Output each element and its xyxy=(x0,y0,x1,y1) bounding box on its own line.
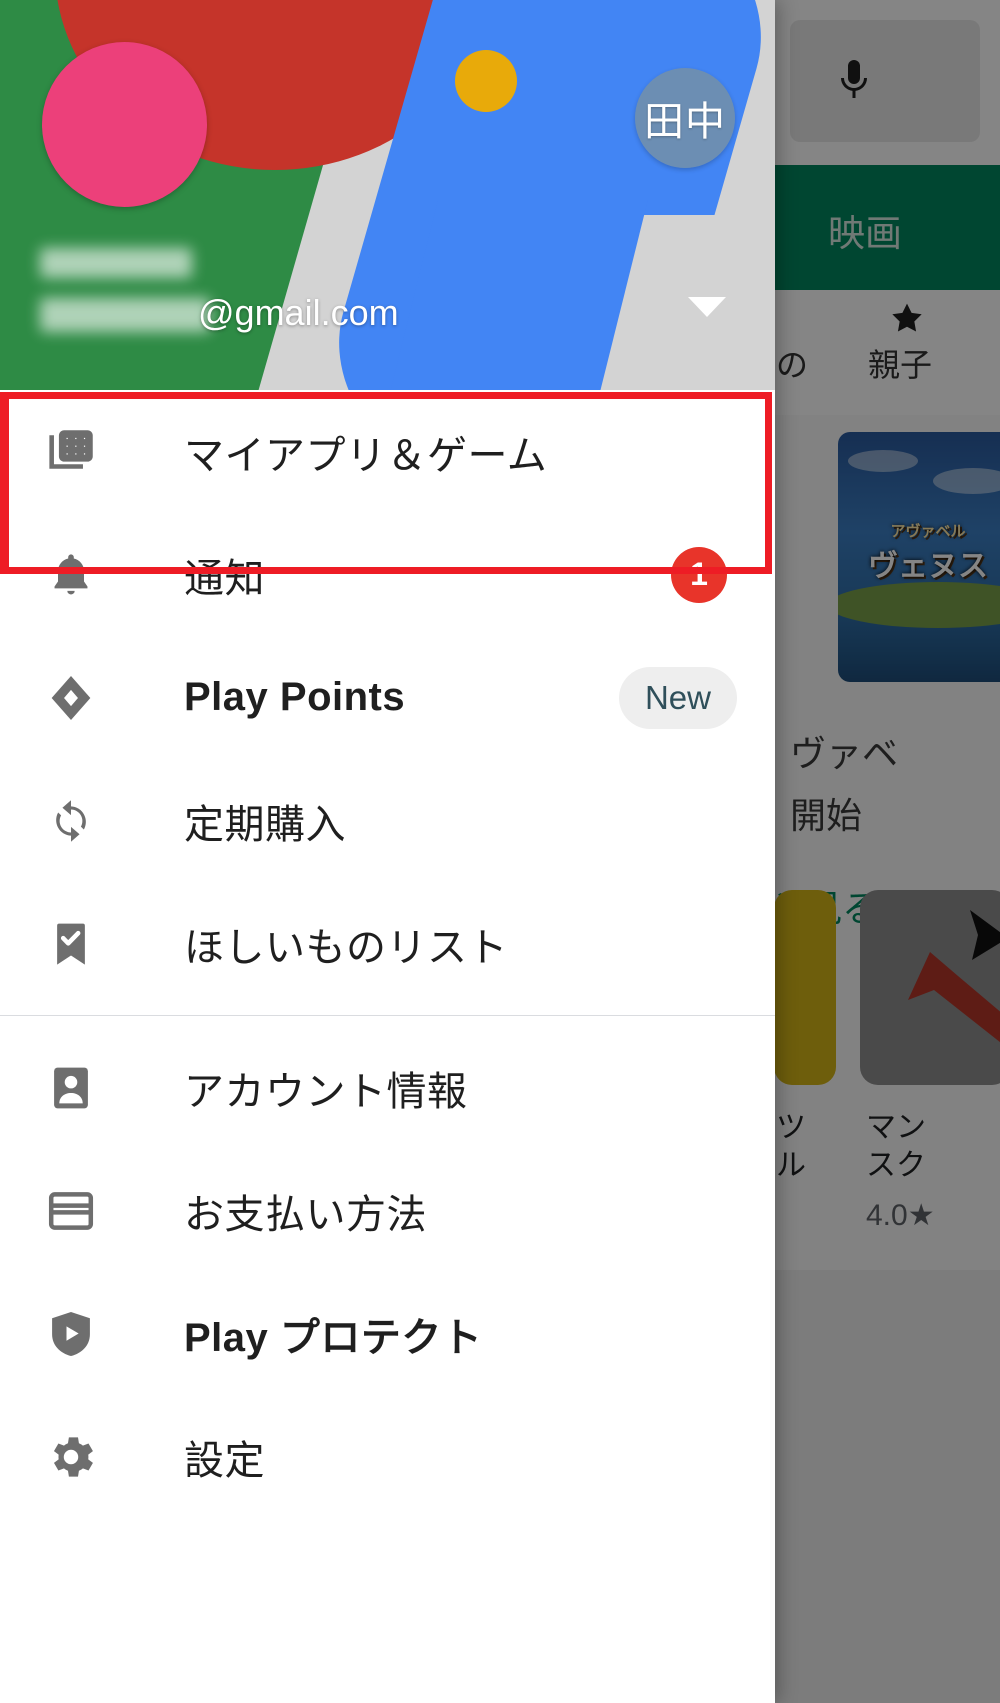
nav-label: お支払い方法 xyxy=(184,1192,427,1237)
nav-label: ほしいものリスト xyxy=(184,925,508,970)
avatar-primary[interactable] xyxy=(42,42,207,207)
nav-label: 定期購入 xyxy=(184,802,346,847)
nav-item-notifications[interactable]: 通知 1 xyxy=(0,513,775,636)
play-points-diamond-icon xyxy=(42,669,100,727)
nav-label: 通知 xyxy=(184,556,265,601)
drawer-menu-list: マイアプリ＆ゲーム 通知 1 Play Points New 定期購入 ほしいも… xyxy=(0,390,775,1518)
play-protect-shield-icon xyxy=(42,1305,100,1363)
nav-item-play-protect[interactable]: Play プロテクト xyxy=(0,1272,775,1395)
nav-item-my-apps-and-games[interactable]: マイアプリ＆ゲーム xyxy=(0,390,775,513)
subscriptions-refresh-icon xyxy=(42,792,100,850)
navigation-drawer: 田中 @gmail.com マイアプリ＆ゲーム 通知 1 Play Points… xyxy=(0,0,775,1703)
account-person-icon xyxy=(42,1059,100,1117)
nav-item-play-points[interactable]: Play Points New xyxy=(0,636,775,759)
drawer-scrim[interactable] xyxy=(775,0,1000,1703)
account-email-prefix-redacted xyxy=(40,298,210,332)
drawer-account-header[interactable]: 田中 @gmail.com xyxy=(0,0,775,390)
new-pill-badge: New xyxy=(618,666,737,729)
bell-icon xyxy=(42,546,100,604)
account-email: @gmail.com xyxy=(198,292,399,333)
screen-root: 映画 の 親子 アヴァベル ヴェヌス ヴァベ 開始 と見る xyxy=(0,0,1000,1703)
nav-item-settings[interactable]: 設定 xyxy=(0,1395,775,1518)
nav-label: アカウント情報 xyxy=(184,1069,468,1114)
menu-divider xyxy=(0,1015,775,1016)
wishlist-bookmark-icon xyxy=(42,915,100,973)
nav-item-payment-methods[interactable]: お支払い方法 xyxy=(0,1149,775,1272)
nav-label: マイアプリ＆ゲーム xyxy=(184,433,548,478)
account-name-redacted xyxy=(40,248,192,278)
chevron-down-icon[interactable] xyxy=(688,297,726,317)
my-apps-icon xyxy=(42,423,100,481)
nav-label: Play プロテクト xyxy=(184,1315,483,1360)
nav-label: Play Points xyxy=(184,675,406,719)
credit-card-icon xyxy=(42,1182,100,1240)
nav-label: 設定 xyxy=(184,1438,265,1483)
avatar-secondary[interactable]: 田中 xyxy=(635,68,735,168)
nav-item-subscriptions[interactable]: 定期購入 xyxy=(0,759,775,882)
gear-icon xyxy=(42,1428,100,1486)
header-art-yellow-dot xyxy=(455,50,517,112)
nav-item-account[interactable]: アカウント情報 xyxy=(0,1026,775,1149)
notification-badge: 1 xyxy=(671,546,727,603)
nav-item-wishlist[interactable]: ほしいものリスト xyxy=(0,882,775,1005)
